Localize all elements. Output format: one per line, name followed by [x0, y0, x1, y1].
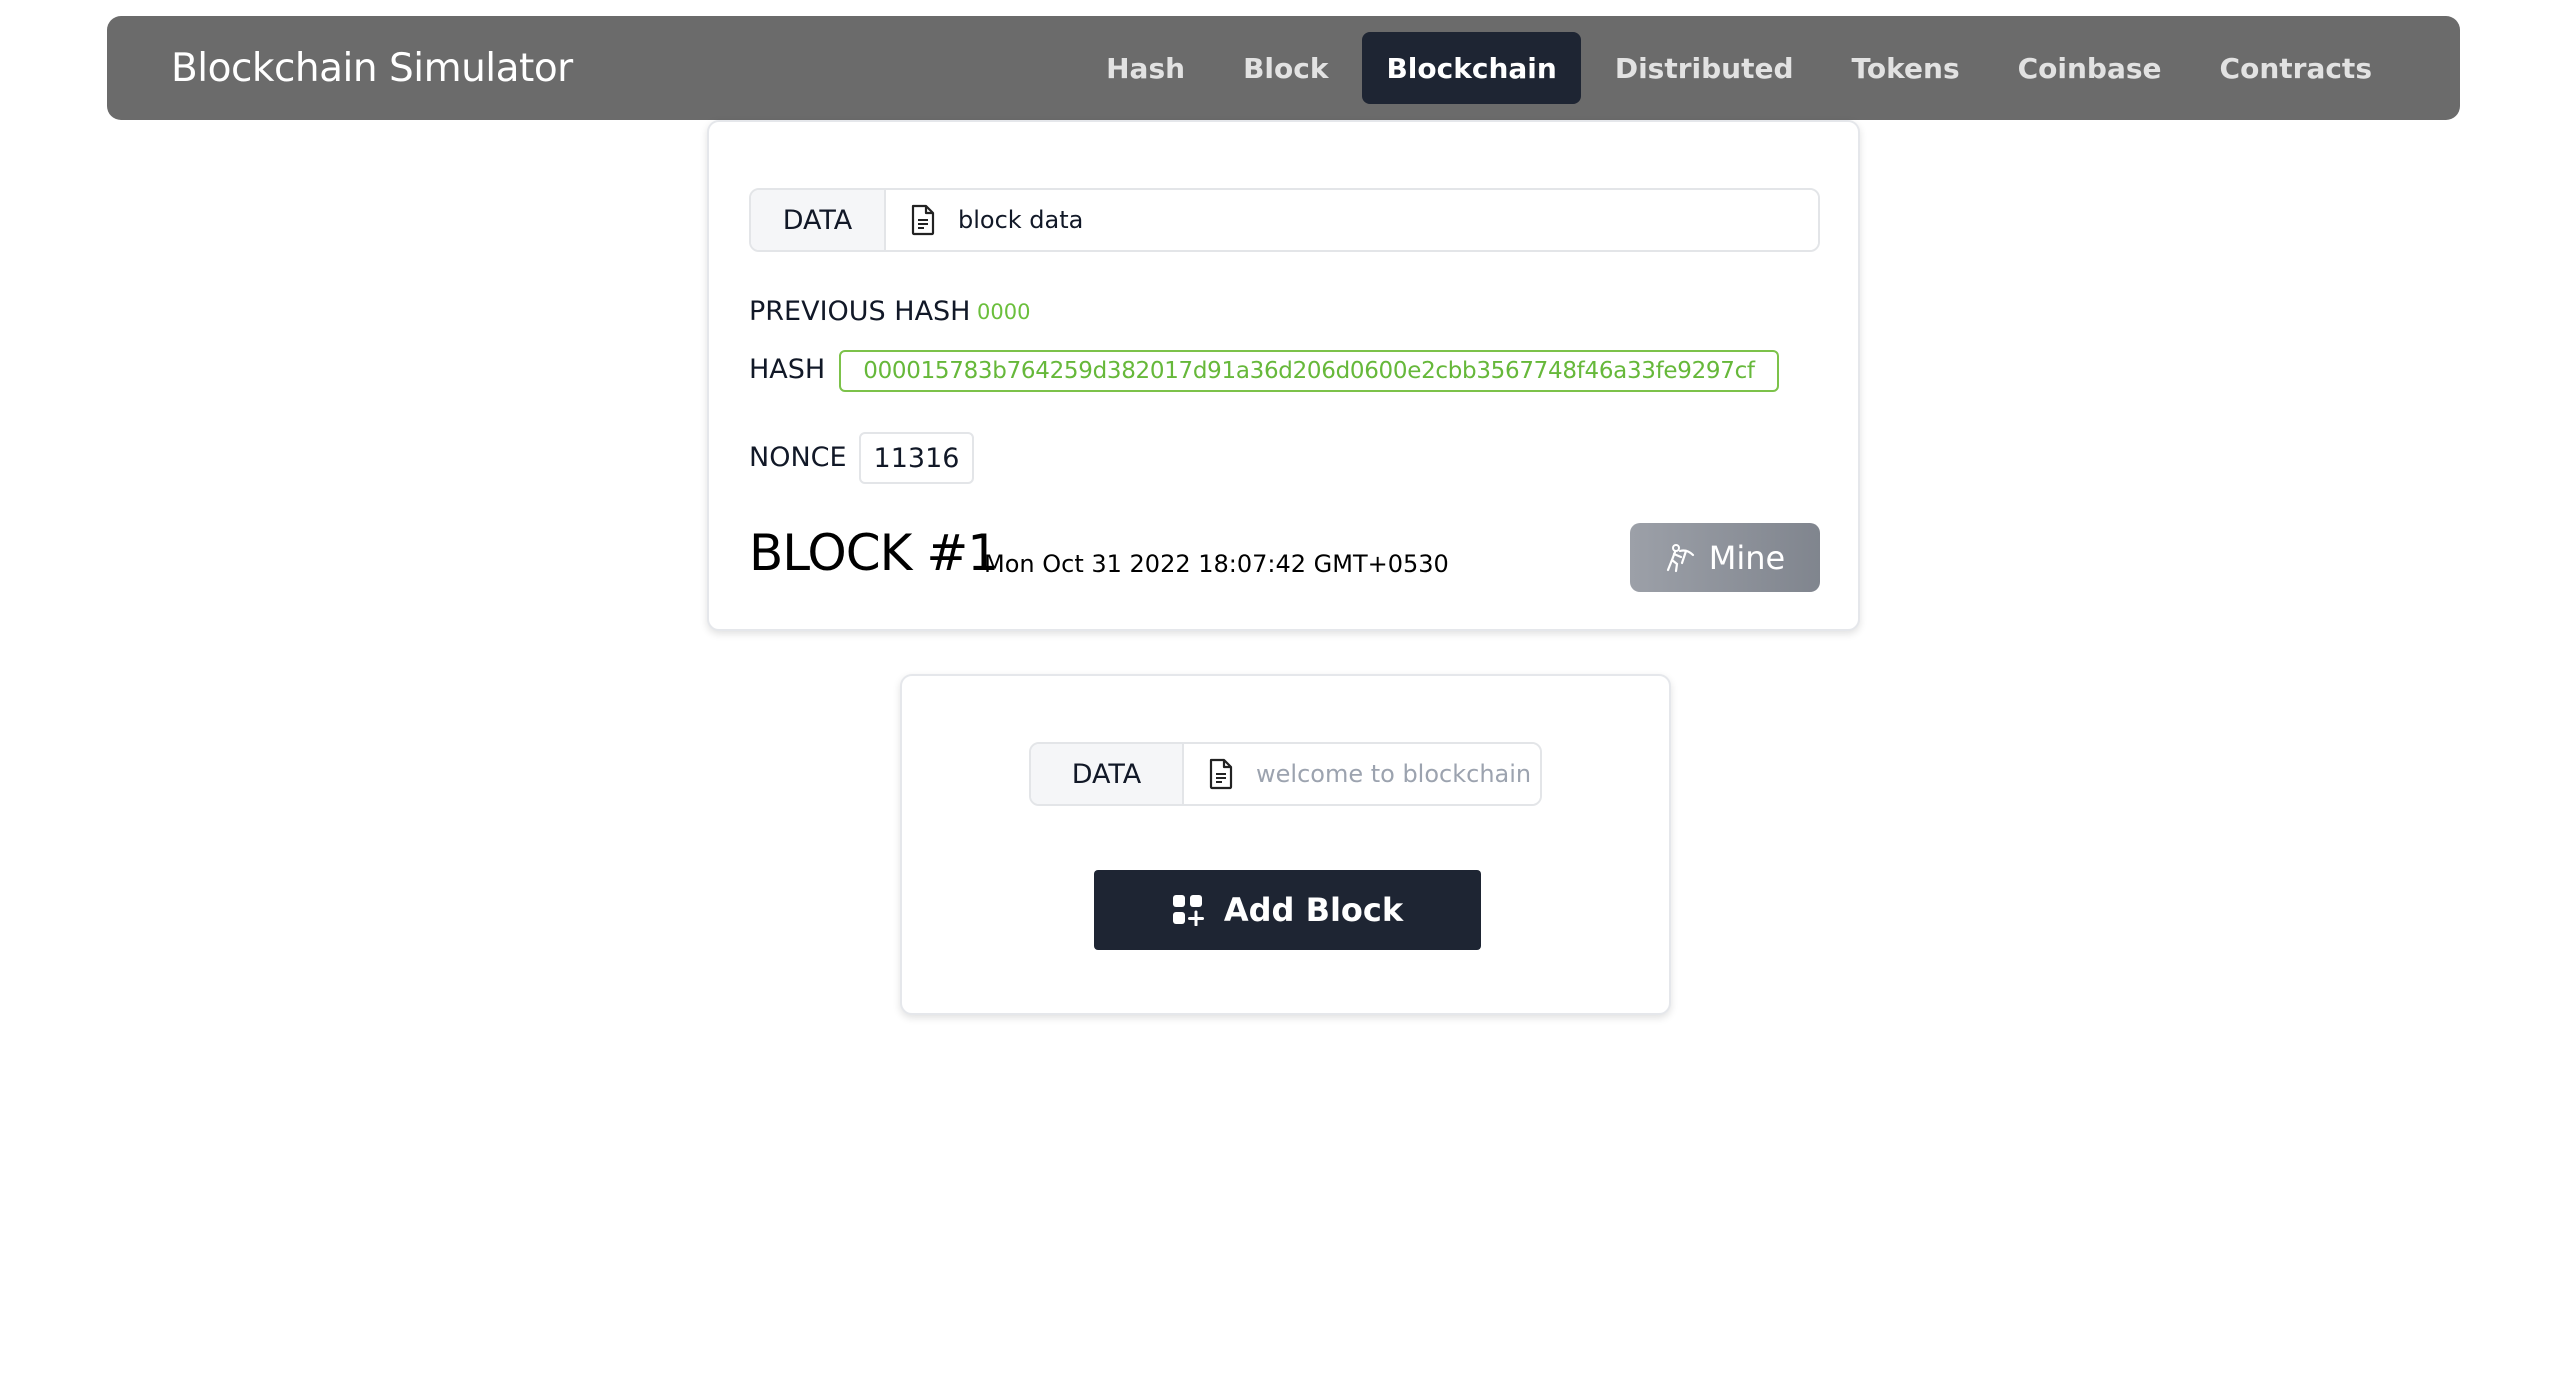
new-block-data-group: DATA: [1029, 742, 1542, 806]
brand-title[interactable]: Blockchain Simulator: [171, 16, 573, 120]
hash-value: 000015783b764259d382017d91a36d206d0600e2…: [839, 350, 1779, 392]
previous-hash-value: 0000: [977, 300, 1031, 324]
block-title: BLOCK #1: [749, 524, 999, 582]
block-data-input[interactable]: [958, 206, 1818, 234]
navbar: Blockchain Simulator Hash Block Blockcha…: [107, 16, 2460, 120]
add-block-button[interactable]: Add Block: [1094, 870, 1481, 950]
nav-menu: Hash Block Blockchain Distributed Tokens…: [1082, 32, 2396, 104]
nav-item-distributed[interactable]: Distributed: [1591, 32, 1818, 104]
nav-item-blockchain[interactable]: Blockchain: [1362, 32, 1581, 104]
new-block-data-label: DATA: [1031, 744, 1184, 804]
block-data-body: [886, 190, 1818, 250]
nonce-label: NONCE: [749, 442, 847, 473]
pickaxe-icon: [1666, 543, 1694, 572]
nav-item-hash[interactable]: Hash: [1082, 32, 1209, 104]
block-data-group: DATA: [749, 188, 1820, 252]
nav-item-coinbase[interactable]: Coinbase: [1994, 32, 2186, 104]
hash-label: HASH: [749, 354, 826, 385]
new-block-data-input[interactable]: [1256, 760, 1540, 788]
block-timestamp: Mon Oct 31 2022 18:07:42 GMT+0530: [984, 550, 1449, 578]
add-block-card: DATA Add Block: [900, 674, 1671, 1015]
new-block-data-body: [1184, 744, 1540, 804]
grid-plus-icon: [1172, 895, 1204, 926]
nav-item-contracts[interactable]: Contracts: [2196, 32, 2396, 104]
add-block-button-label: Add Block: [1223, 891, 1404, 929]
nav-item-tokens[interactable]: Tokens: [1828, 32, 1984, 104]
document-icon: [911, 204, 935, 236]
document-icon: [1209, 758, 1233, 790]
mine-button-label: Mine: [1708, 538, 1786, 577]
block-card: DATA PREVIOUS HASH 0000 HASH 000015783b7…: [707, 120, 1860, 631]
previous-hash-label: PREVIOUS HASH: [749, 296, 971, 327]
nonce-value[interactable]: 11316: [859, 432, 974, 484]
mine-button[interactable]: Mine: [1630, 523, 1820, 592]
block-data-label: DATA: [751, 190, 886, 250]
nav-item-block[interactable]: Block: [1219, 32, 1352, 104]
